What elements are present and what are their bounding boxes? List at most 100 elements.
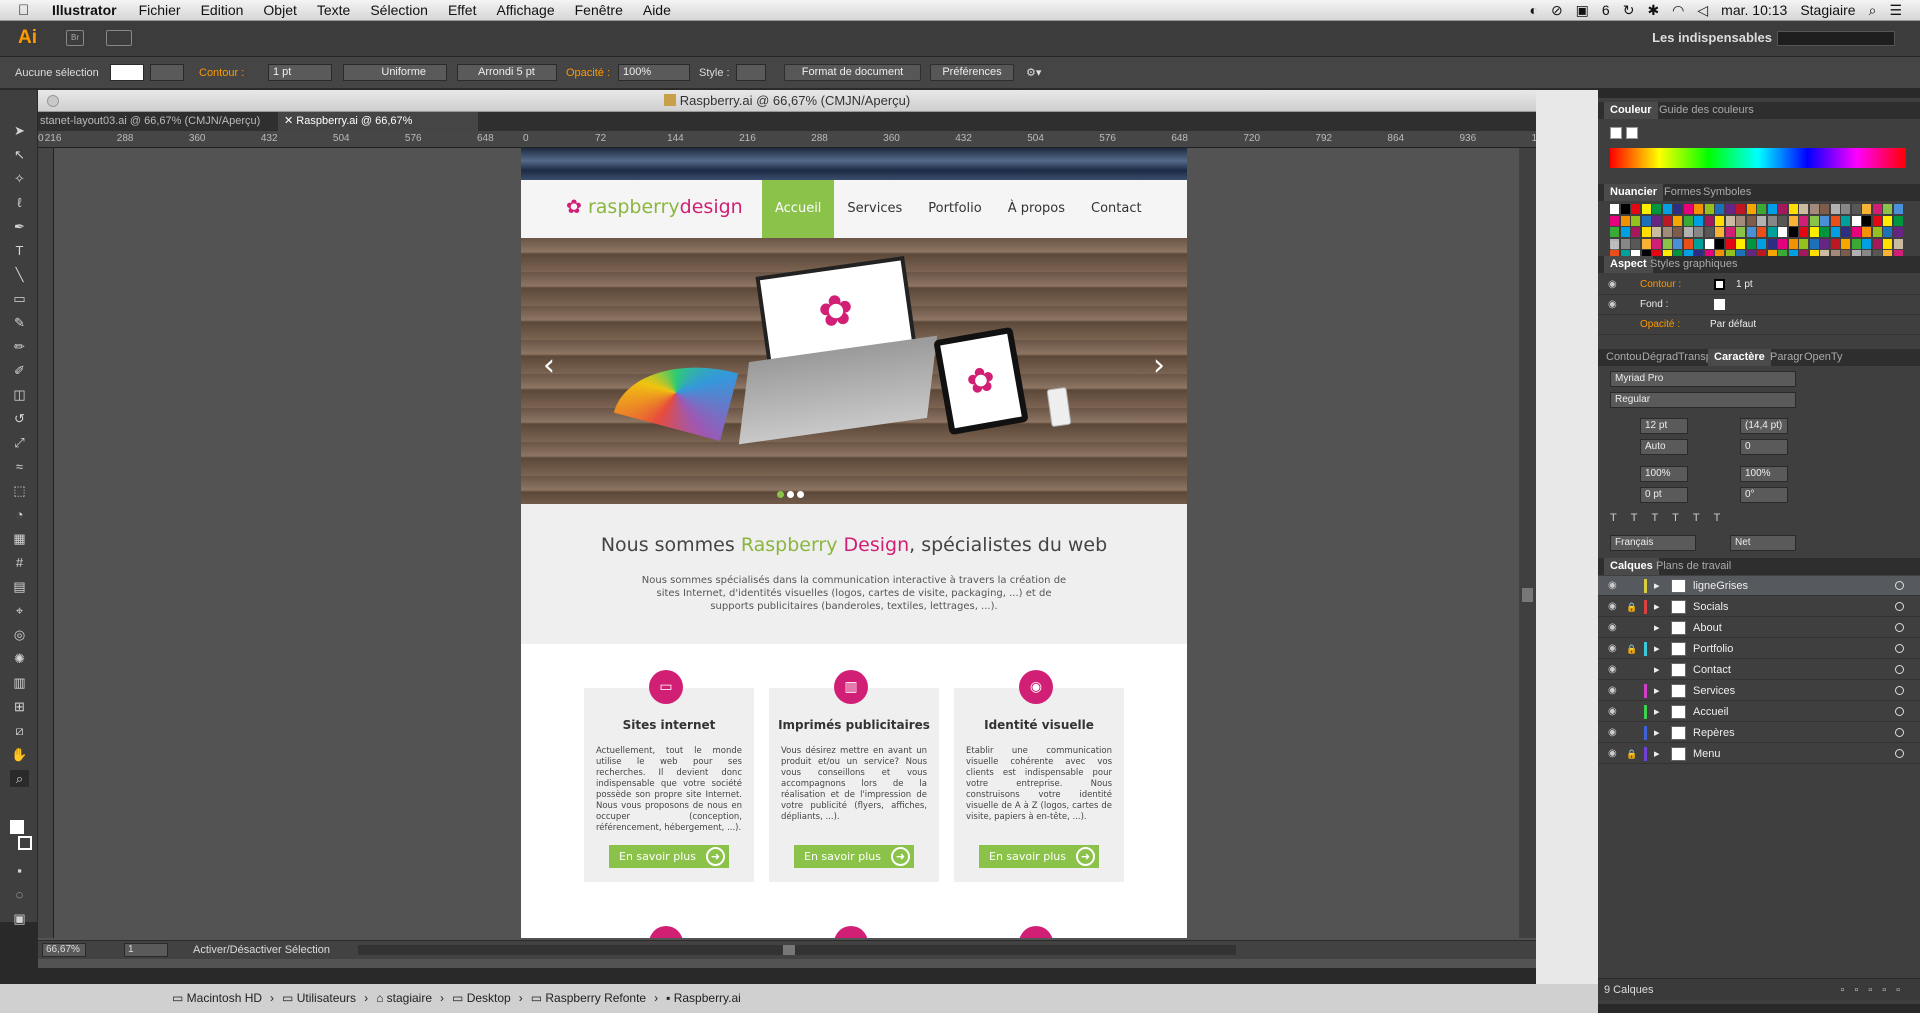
color-swatch[interactable]	[1788, 215, 1798, 226]
layer-name[interactable]: About	[1693, 618, 1722, 638]
color-swatch[interactable]	[1631, 204, 1640, 214]
stroke-profile-dropdown[interactable]: Uniforme	[343, 64, 447, 81]
color-swatch[interactable]	[1715, 238, 1724, 249]
menu-fichier[interactable]: Fichier	[139, 2, 181, 18]
help-search-input[interactable]	[1777, 31, 1895, 46]
color-swatch[interactable]	[1757, 227, 1766, 237]
eye-icon[interactable]: ◉	[1608, 275, 1617, 295]
eye-icon[interactable]: ◉	[1608, 723, 1617, 743]
pen-tool-icon[interactable]: ✒	[10, 218, 29, 235]
screen-mode-icon[interactable]: ▣	[10, 910, 29, 927]
fill-swatch[interactable]	[110, 64, 144, 81]
color-swatch[interactable]	[1809, 227, 1819, 237]
layer-name[interactable]: Socials	[1693, 597, 1728, 617]
workspace-switcher[interactable]: Les indispensables	[1652, 30, 1772, 45]
tab-nuancier[interactable]: Nuancier	[1604, 184, 1664, 201]
color-swatch[interactable]	[1799, 238, 1808, 249]
nav-apropos[interactable]: À propos	[995, 180, 1078, 238]
color-swatch[interactable]	[1851, 238, 1861, 249]
color-swatch[interactable]	[1851, 215, 1861, 226]
color-swatch[interactable]	[1652, 238, 1661, 249]
color-swatch[interactable]	[1893, 204, 1903, 214]
color-swatch[interactable]	[1715, 227, 1724, 237]
color-swatch[interactable]	[1883, 215, 1892, 226]
layer-row[interactable]: ◉ ▸ Services	[1598, 681, 1920, 701]
horizontal-scrollbar[interactable]	[358, 945, 1236, 955]
color-swatch[interactable]	[1778, 204, 1787, 214]
eraser-icon[interactable]: ◫	[10, 386, 29, 403]
layer-name[interactable]: Contact	[1693, 660, 1731, 680]
color-swatch[interactable]	[1620, 227, 1630, 237]
color-swatch[interactable]	[1809, 204, 1819, 214]
volume-icon[interactable]: ◁	[1697, 2, 1708, 19]
color-swatch[interactable]	[1872, 238, 1882, 249]
color-swatch[interactable]	[1862, 215, 1871, 226]
color-swatch[interactable]	[1893, 238, 1903, 249]
dnd-icon[interactable]: ⊘	[1551, 2, 1563, 19]
eye-icon[interactable]: ◉	[1608, 576, 1617, 596]
layer-row[interactable]: ◉ 🔒 ▸ Portfolio	[1598, 639, 1920, 659]
font-style-dropdown[interactable]: Regular	[1610, 392, 1796, 408]
aspect-row-contour[interactable]: ◉ Contour : 1 pt	[1598, 275, 1920, 295]
nav-services[interactable]: Services	[834, 180, 915, 238]
color-swatch[interactable]	[1872, 215, 1882, 226]
color-swatch[interactable]	[1652, 204, 1661, 214]
color-swatch[interactable]	[1788, 227, 1798, 237]
colorsync-icon[interactable]: ◐	[1529, 2, 1537, 18]
width-tool-icon[interactable]: ≈	[10, 458, 29, 475]
color-swatch[interactable]	[1673, 238, 1682, 249]
color-swatch[interactable]	[1757, 215, 1766, 226]
color-swatch[interactable]	[1662, 227, 1672, 237]
opacity-field[interactable]: 100%	[618, 64, 690, 81]
brush-dropdown[interactable]: Arrondi 5 pt	[457, 64, 557, 81]
color-swatch[interactable]	[1893, 215, 1903, 226]
color-swatch[interactable]	[1830, 215, 1840, 226]
free-transform-icon[interactable]: ⬚	[10, 482, 29, 499]
nav-accueil[interactable]: Accueil	[762, 180, 835, 238]
color-swatch[interactable]	[1704, 238, 1714, 249]
lasso-icon[interactable]: ℓ	[10, 194, 29, 211]
tracking-field[interactable]: 0	[1740, 439, 1788, 455]
mesh-tool-icon[interactable]: #	[10, 554, 29, 571]
color-swatch[interactable]	[1841, 238, 1850, 249]
tab-plans-de-travail[interactable]: Plans de travail	[1650, 558, 1737, 575]
panel-options-icon[interactable]: ⚙▾	[1026, 64, 1041, 82]
path-item[interactable]: ⌂ stagiaire	[376, 984, 432, 1013]
color-swatch[interactable]	[1725, 215, 1735, 226]
nav-contact[interactable]: Contact	[1078, 180, 1155, 238]
color-swatch[interactable]	[1641, 227, 1651, 237]
color-swatch[interactable]	[1820, 215, 1829, 226]
expand-icon[interactable]: ▸	[1654, 639, 1660, 659]
eye-icon[interactable]: ◉	[1608, 681, 1617, 701]
color-swatch[interactable]	[1683, 204, 1693, 214]
color-swatch[interactable]	[1788, 204, 1798, 214]
color-swatch[interactable]	[1620, 238, 1630, 249]
pencil-icon[interactable]: ✏	[10, 338, 29, 355]
layer-name[interactable]: Repères	[1693, 723, 1735, 743]
target-icon[interactable]	[1895, 581, 1904, 590]
fill-swatch-icon[interactable]	[1714, 299, 1725, 310]
color-swatch[interactable]	[1778, 227, 1787, 237]
color-swatch[interactable]	[1799, 204, 1808, 214]
bluetooth-icon[interactable]: ✱	[1647, 2, 1659, 19]
color-swatch[interactable]	[1725, 238, 1735, 249]
aspect-row-fond[interactable]: ◉ Fond :	[1598, 295, 1920, 315]
color-swatch[interactable]	[1673, 215, 1682, 226]
color-swatch[interactable]	[1809, 215, 1819, 226]
color-swatch[interactable]	[1883, 238, 1892, 249]
color-swatch[interactable]	[1767, 227, 1777, 237]
zoom-tool-icon[interactable]: ⌕	[10, 770, 29, 787]
status-text[interactable]: Activer/Désactiver Sélection	[193, 944, 330, 956]
blend-tool-icon[interactable]: ◎	[10, 626, 29, 643]
color-swatch[interactable]	[1704, 215, 1714, 226]
clock[interactable]: mar. 10:13	[1721, 2, 1787, 18]
zoom-field[interactable]: 66,67%	[42, 943, 86, 957]
layer-row[interactable]: ◉ ▸ Repères	[1598, 723, 1920, 743]
app-menu[interactable]: Illustrator	[52, 2, 117, 18]
color-swatch[interactable]	[1704, 227, 1714, 237]
color-swatch[interactable]	[1757, 238, 1766, 249]
horizontal-ruler[interactable]: 0 64857650443236028821614472072144216288…	[38, 131, 1536, 148]
bridge-button[interactable]: Br	[66, 30, 84, 46]
eye-icon[interactable]: ◉	[1608, 660, 1617, 680]
layer-row[interactable]: ◉ ▸ About	[1598, 618, 1920, 638]
